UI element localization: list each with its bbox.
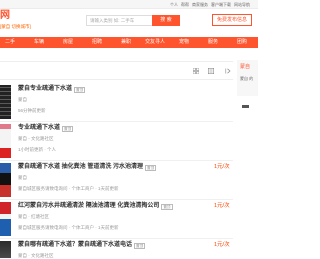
- nav-item-group-buy[interactable]: 团购: [232, 37, 252, 48]
- listing-thumbnail[interactable]: [0, 241, 11, 258]
- top-link-personal[interactable]: 个人: [170, 1, 178, 8]
- nav-item-vehicles[interactable]: 车辆: [29, 37, 49, 48]
- pinned-tag: 置顶: [62, 125, 74, 132]
- listing-title-row: 蒙自疏通下水道 抽化粪池 管道清洗 污水池清理 置顶: [18, 164, 157, 171]
- listing-thumbnail[interactable]: [0, 85, 11, 119]
- category-nav: 二手 车辆 房屋 招聘 兼职 交友寻人 宠物 服务 团购: [0, 37, 258, 48]
- nav-item-housing[interactable]: 房屋: [58, 37, 78, 48]
- nav-item-parttime[interactable]: 兼职: [116, 37, 136, 48]
- nav-item-services[interactable]: 服务: [203, 37, 223, 48]
- listing-title-row: 专业疏通下水道 置顶: [18, 125, 74, 132]
- listing-price: 1元/次: [214, 242, 230, 248]
- top-bar: 个人 帮帮 商家服务 客户端下载 网站导航: [0, 0, 258, 9]
- listing-title[interactable]: 专业疏通下水道: [18, 125, 60, 132]
- pinned-tag: 置顶: [74, 86, 86, 93]
- listing-thumbnail[interactable]: [0, 202, 11, 236]
- search-button[interactable]: 搜 索: [152, 15, 180, 26]
- pinned-tag: 置顶: [134, 242, 146, 249]
- listing-location: 蒙自: [18, 97, 27, 102]
- top-link-help[interactable]: 帮帮: [181, 1, 189, 8]
- listing-location: 蒙自 · 文化路社区: [18, 253, 54, 258]
- right-sidebar: 蒙自 蒙自 的: [237, 60, 258, 96]
- listing-title[interactable]: 蒙自疏通下水道 抽化粪池 管道清洗 污水池清理: [18, 164, 143, 171]
- list-toolbar: [0, 61, 233, 80]
- sidebar-title: 蒙自: [240, 64, 251, 70]
- listing-title[interactable]: 蒙自哪有疏通下水道？蒙自疏通下水道电话: [18, 242, 132, 249]
- site-logo[interactable]: 网: [0, 10, 10, 21]
- nav-item-pets[interactable]: 宠物: [174, 37, 194, 48]
- nav-item-social[interactable]: 交友寻人: [145, 37, 165, 48]
- listing-price: 1元/次: [214, 203, 230, 209]
- pinned-tag: 置顶: [145, 164, 157, 171]
- listing-title[interactable]: 蒙自专业疏通下水道: [18, 86, 72, 93]
- listing-item[interactable]: 红河蒙自污水井疏通清淤 隔油池清理 化粪池清掏公司 置顶 1元/次 蒙自 · 红…: [0, 200, 233, 239]
- grid-view-icon[interactable]: [193, 68, 199, 74]
- listing-thumbnail[interactable]: [0, 163, 11, 197]
- search-input[interactable]: [86, 15, 152, 26]
- listing-meta: 蒙自城区服务请致电询问 · 个体工商户 · 1天前更新: [18, 225, 119, 230]
- listing-location: 蒙自 · 红塘社区: [18, 214, 49, 219]
- list-view-icon[interactable]: [208, 68, 214, 74]
- listing-location: 蒙自: [18, 175, 27, 180]
- listing-thumbnail[interactable]: [0, 124, 11, 158]
- listing-title-row: 蒙自专业疏通下水道 置顶: [18, 86, 86, 93]
- city-switcher[interactable]: [蒙自 切换城市]: [0, 24, 31, 29]
- top-link-site-nav[interactable]: 网站导航: [234, 1, 250, 8]
- listing-meta: 1小时前更新 · 个人: [18, 147, 57, 152]
- listing-meta: 56分钟前更新: [18, 108, 46, 113]
- listing-title-row: 红河蒙自污水井疏通清淤 隔油池清理 化粪池清掏公司 置顶: [18, 203, 173, 210]
- listing-title[interactable]: 红河蒙自污水井疏通清淤 隔油池清理 化粪池清掏公司: [18, 203, 159, 210]
- sidebar-thumbnail[interactable]: [242, 105, 249, 108]
- sidebar-subtitle[interactable]: 蒙自 的: [240, 76, 253, 81]
- top-links: 个人 帮帮 商家服务 客户端下载 网站导航: [170, 1, 256, 8]
- top-link-business[interactable]: 商家服务: [192, 1, 208, 8]
- post-listing-button[interactable]: 免费发布信息: [212, 14, 252, 26]
- listing-price: 1元/次: [214, 164, 230, 170]
- listing-item[interactable]: 蒙自哪有疏通下水道？蒙自疏通下水道电话 置顶 1元/次 蒙自 · 文化路社区: [0, 239, 233, 259]
- listing-item[interactable]: 蒙自专业疏通下水道 置顶 蒙自 56分钟前更新: [0, 83, 233, 122]
- listing-location: 蒙自 - 文化路社区: [18, 136, 54, 141]
- pinned-tag: 置顶: [161, 203, 173, 210]
- listing-item[interactable]: 蒙自疏通下水道 抽化粪池 管道清洗 污水池清理 置顶 1元/次 蒙自 蒙自城区服…: [0, 161, 233, 200]
- listing-meta: 蒙自城区服务请致电询问 · 个体工商户 · 1天前更新: [18, 186, 119, 191]
- nav-item-secondhand[interactable]: 二手: [0, 37, 20, 48]
- top-link-app-download[interactable]: 客户端下载: [211, 1, 231, 8]
- listing-item[interactable]: 专业疏通下水道 置顶 蒙自 - 文化路社区 1小时前更新 · 个人: [0, 122, 233, 161]
- next-page-icon[interactable]: [225, 68, 231, 74]
- listing-title-row: 蒙自哪有疏通下水道？蒙自疏通下水道电话 置顶: [18, 242, 146, 249]
- nav-item-jobs[interactable]: 招聘: [87, 37, 107, 48]
